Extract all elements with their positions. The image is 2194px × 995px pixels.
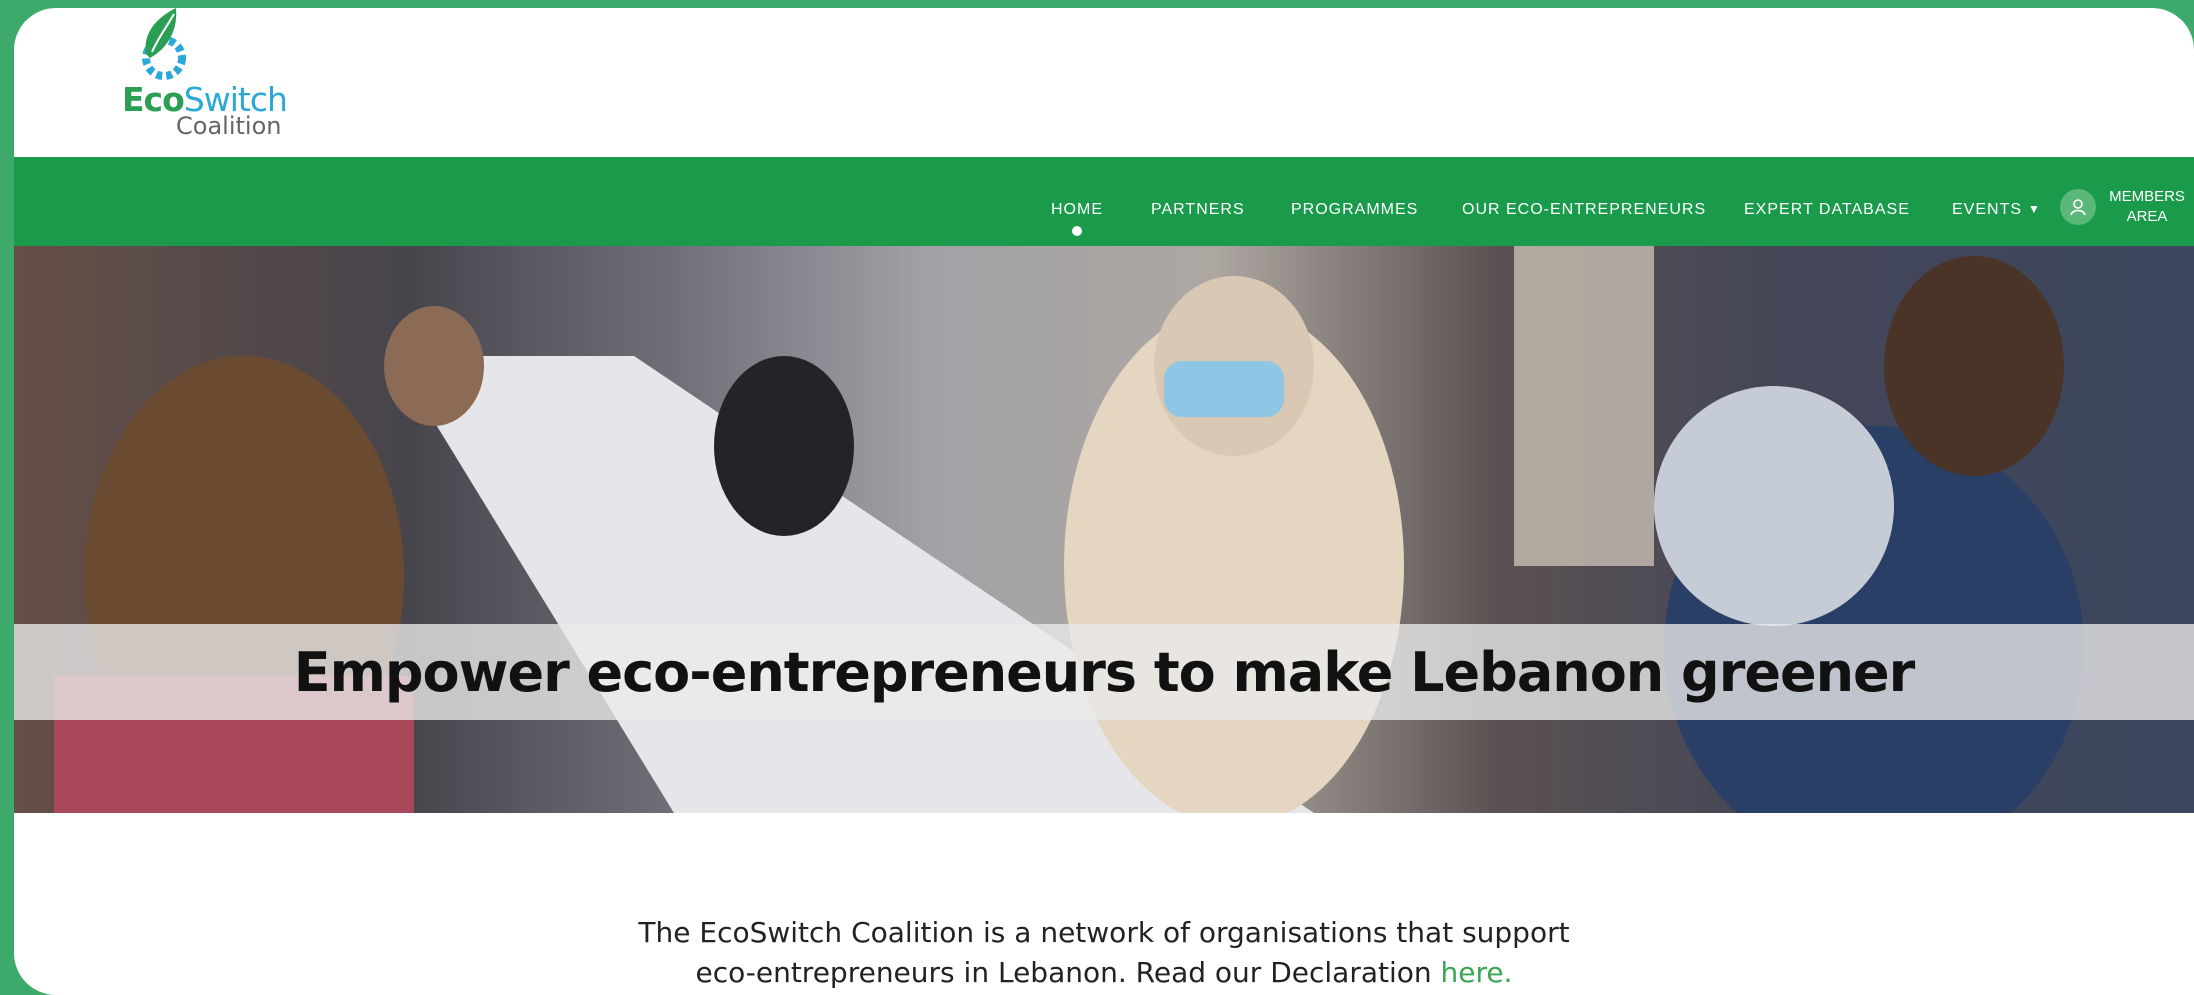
declaration-link[interactable]: here.: [1441, 956, 1513, 989]
nav-events[interactable]: EVENTS ▼: [1952, 201, 2041, 219]
nav-programmes[interactable]: PROGRAMMES: [1291, 201, 1418, 219]
hero-banner: Empower eco-entrepreneurs to make Lebano…: [14, 246, 2194, 813]
leaf-gear-icon: [142, 8, 186, 80]
hero-title: Empower eco-entrepreneurs to make Lebano…: [293, 640, 1916, 704]
user-icon[interactable]: [2060, 189, 2096, 225]
nav-home[interactable]: HOME: [1051, 201, 1103, 219]
intro-paragraph: The EcoSwitch Coalition is a network of …: [614, 913, 1594, 993]
intro-text: The EcoSwitch Coalition is a network of …: [638, 916, 1570, 989]
main-navigation: HOME PARTNERS PROGRAMMES OUR ECO-ENTREPR…: [14, 157, 2194, 246]
members-area-link[interactable]: MEMBERS AREA: [2102, 187, 2192, 227]
logo-word-eco: Eco: [122, 80, 185, 119]
nav-active-indicator: [1072, 226, 1082, 236]
nav-events-label: EVENTS: [1952, 201, 2023, 218]
members-area-line1: MEMBERS: [2109, 188, 2185, 205]
nav-expert-database[interactable]: EXPERT DATABASE: [1744, 201, 1910, 219]
members-area-line2: AREA: [2126, 208, 2168, 225]
nav-our-eco-entrepreneurs[interactable]: OUR ECO-ENTREPRENEURS: [1462, 201, 1706, 219]
ecoswitch-logo[interactable]: EcoSwitch Coalition: [68, 8, 288, 148]
page-frame: EcoSwitch Coalition HOME PARTNERS PROGRA…: [14, 8, 2194, 995]
caret-down-icon: ▼: [2028, 202, 2041, 216]
logo-subtitle: Coalition: [176, 112, 282, 140]
hero-photo: [14, 246, 2194, 813]
nav-partners[interactable]: PARTNERS: [1151, 201, 1245, 219]
